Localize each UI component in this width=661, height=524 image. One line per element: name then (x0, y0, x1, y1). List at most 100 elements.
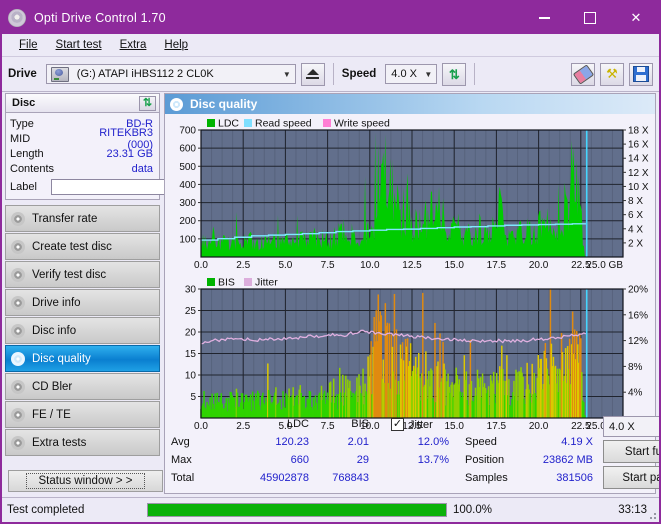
sidebar-item-label: Drive info (32, 296, 81, 309)
svg-text:17.5: 17.5 (487, 260, 507, 271)
minimize-button[interactable] (521, 2, 567, 34)
status-window-button-label: Status window > > (25, 473, 146, 489)
disc-icon (11, 239, 25, 254)
refresh-icon: ⇅ (448, 66, 460, 82)
test-speed-select-value: 4.0 X (609, 420, 635, 433)
jitter-label: Jitter (409, 419, 433, 431)
svg-text:100: 100 (179, 234, 196, 245)
svg-text:30: 30 (185, 285, 197, 296)
refresh-icon: ⇅ (142, 96, 153, 109)
window-controls: ✕ (521, 2, 659, 34)
disc-length-label: Length (10, 147, 44, 160)
start-part-label: Start part (622, 471, 659, 484)
save-button[interactable] (629, 62, 653, 86)
menu-file[interactable]: File (10, 37, 47, 53)
svg-text:200: 200 (179, 216, 196, 227)
stats-avg-jitter: 12.0% (417, 436, 449, 448)
sidebar-item-label: Transfer rate (32, 212, 98, 225)
start-full-button[interactable]: Start full (603, 440, 659, 463)
disc-type-label: Type (10, 117, 34, 130)
toolbar-divider-2 (474, 63, 476, 85)
svg-text:12.5: 12.5 (402, 260, 422, 271)
sidebar-item-verify-test-disc[interactable]: Verify test disc (5, 261, 160, 288)
resize-grip[interactable] (647, 510, 657, 520)
jitter-checkbox[interactable]: ✓ (391, 418, 404, 431)
disc-info-box: Type BD-R MID RITEKBR3 (000) Length 23.3… (5, 112, 251, 200)
disc-icon (11, 351, 25, 366)
sidebar-item-label: Extra tests (32, 436, 87, 449)
progress-bar-fill (148, 504, 446, 516)
menu-start-test[interactable]: Start test (47, 37, 111, 53)
sidebar-item-label: Create test disc (32, 240, 112, 253)
svg-text:14 X: 14 X (628, 154, 649, 165)
menu-bar: File Start test Extra Help (2, 34, 659, 57)
sidebar-item-fe-te[interactable]: FE / TE (5, 401, 160, 428)
maximize-button[interactable] (567, 2, 613, 34)
main-body: Disc ⇅ Type BD-R MID RITEKBR3 (000) Leng… (2, 91, 659, 496)
close-button[interactable]: ✕ (613, 2, 659, 34)
svg-text:20: 20 (185, 328, 197, 339)
svg-text:6 X: 6 X (628, 210, 643, 221)
menu-help-label: Help (164, 39, 189, 51)
wrench-icon: ⚒ (606, 66, 618, 81)
svg-text:5: 5 (190, 392, 196, 403)
stats-max-jitter: 13.7% (417, 454, 449, 466)
disc-refresh-button[interactable]: ⇅ (139, 95, 156, 111)
disc-mid-label: MID (10, 132, 31, 145)
svg-text:300: 300 (179, 198, 196, 209)
sidebar-item-label: Verify test disc (32, 268, 107, 281)
status-window-button[interactable]: Status window > > (8, 470, 163, 492)
sidebar-item-transfer-rate[interactable]: Transfer rate (5, 205, 160, 232)
stats-row-max-label: Max (171, 454, 192, 466)
ldc-chart[interactable]: 100 200 300 400 500 600 700 2 X 4 X 6 X 8 X 10 X 12 … (167, 116, 653, 272)
drive-icon (50, 66, 69, 82)
menu-help[interactable]: Help (155, 37, 197, 53)
svg-text:10 X: 10 X (628, 182, 649, 193)
tools-button[interactable]: ⚒ (600, 62, 624, 86)
disc-quality-header: Disc quality (165, 94, 655, 114)
sidebar-item-drive-info[interactable]: Drive info (5, 289, 160, 316)
chevron-down-icon: ▼ (282, 69, 291, 79)
stats-avg-ldc: 120.23 (275, 436, 309, 448)
sidebar-item-extra-tests[interactable]: Extra tests (5, 429, 160, 456)
stats-total-bis: 768843 (332, 472, 369, 484)
chevron-down-icon: ▼ (424, 69, 433, 79)
save-icon (633, 66, 649, 82)
drive-select[interactable]: (G:) ATAPI iHBS112 2 CL0K ▼ (45, 64, 296, 84)
disc-icon (170, 97, 183, 111)
svg-text:16 X: 16 X (628, 140, 649, 151)
sidebar-item-disc-quality[interactable]: Disc quality (5, 345, 160, 372)
svg-text:10.0: 10.0 (360, 260, 380, 271)
disc-label-row: Label (10, 178, 251, 195)
sidebar-item-disc-info[interactable]: Disc info (5, 317, 160, 344)
svg-text:10: 10 (185, 371, 197, 382)
bis-jitter-chart[interactable]: 5 10 15 20 25 30 4% 8% 12% 16% 20% 0.0 2.5 5.0 7.5 10.0… (167, 275, 653, 433)
sidebar-item-label: Disc info (32, 324, 77, 337)
svg-text:700: 700 (179, 126, 196, 137)
refresh-button[interactable]: ⇅ (442, 62, 467, 86)
disc-contents-label: Contents (10, 162, 55, 175)
disc-label-label: Label (10, 180, 37, 193)
eject-button[interactable] (300, 62, 325, 86)
speed-result-label: Speed (465, 436, 497, 448)
sidebar-item-create-test-disc[interactable]: Create test disc (5, 233, 160, 260)
svg-text:25.0 GB: 25.0 GB (586, 260, 623, 271)
drive-label: Drive (8, 68, 37, 80)
svg-text:15: 15 (185, 349, 197, 360)
svg-text:BIS: BIS (218, 277, 235, 289)
drive-toolbar: Drive (G:) ATAPI iHBS112 2 CL0K ▼ Speed … (2, 57, 659, 92)
speed-select[interactable]: 4.0 X ▼ (385, 64, 438, 84)
progress-percent-text: 100.0% (453, 504, 493, 516)
erase-button[interactable] (571, 62, 595, 86)
position-value: 23862 MB (542, 454, 593, 466)
disc-panel-title: Disc (12, 97, 36, 109)
menu-extra[interactable]: Extra (111, 37, 156, 53)
test-speed-select[interactable]: 4.0 X ▼ (603, 416, 659, 437)
samples-value: 381506 (556, 472, 593, 484)
speed-select-value: 4.0 X (391, 68, 417, 80)
svg-text:20%: 20% (628, 285, 648, 296)
stats-avg-bis: 2.01 (347, 436, 369, 448)
stats-row-total-label: Total (171, 472, 195, 484)
start-part-button[interactable]: Start part (603, 466, 659, 489)
sidebar-item-cd-bler[interactable]: CD Bler (5, 373, 160, 400)
